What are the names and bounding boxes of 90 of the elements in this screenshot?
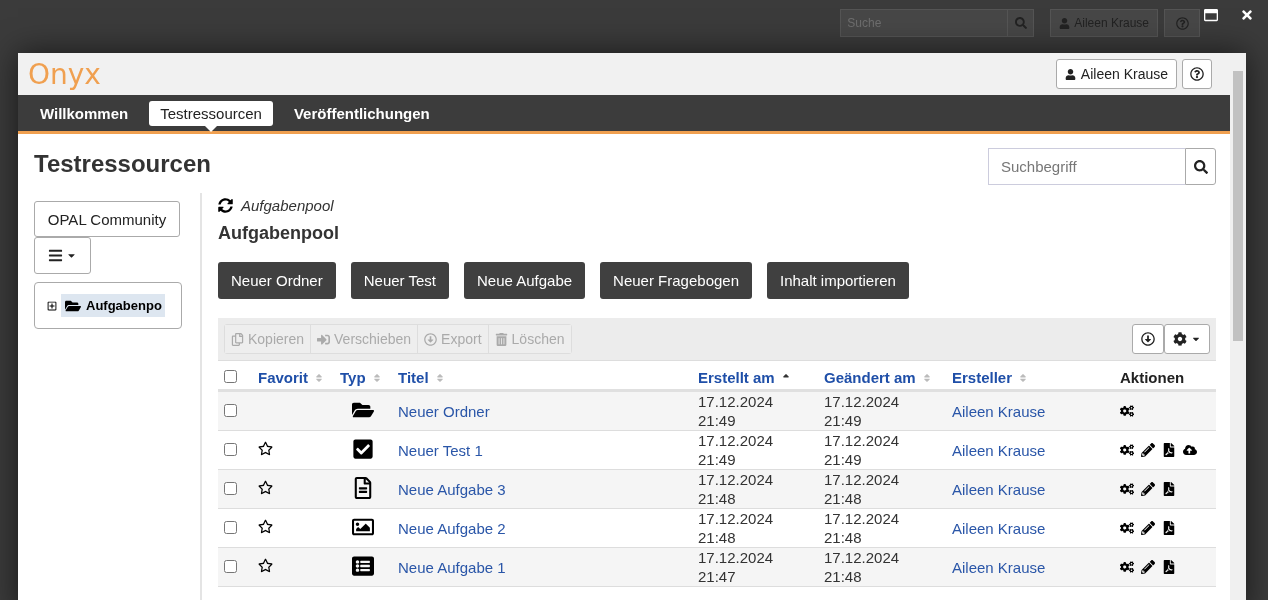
date-cell-text: 17.12.2024 21:47 [698,548,775,586]
date-cell-text: 17.12.2024 21:49 [698,431,775,469]
date-cell-text: 17.12.2024 21:48 [698,509,775,547]
section-heading: Aufgabenpool [218,223,340,244]
creator-link[interactable]: Aileen Krause [952,441,1046,459]
row-checkbox[interactable] [224,403,237,417]
date-cell-text: 17.12.2024 21:49 [824,431,901,469]
gears-icon[interactable] [1120,521,1134,535]
pencil-icon[interactable] [1141,443,1155,457]
download-icon [424,332,438,346]
nav-tab[interactable]: Willkommen [29,100,140,126]
creator-link[interactable]: Aileen Krause [952,402,1046,420]
menu-button[interactable] [34,237,91,274]
create-button[interactable]: Inhalt importieren [767,262,909,299]
settings-button[interactable] [1164,324,1210,354]
gears-icon[interactable] [1120,443,1134,457]
creator-link[interactable]: Aileen Krause [952,519,1046,537]
user-icon [1064,68,1076,80]
create-button[interactable]: Neuer Fragebogen [600,262,752,299]
user-icon [1059,17,1071,29]
help-icon [1175,16,1189,30]
title-link[interactable]: Neue Aufgabe 2 [398,519,506,537]
gears-icon[interactable] [1120,560,1134,574]
create-button[interactable]: Neuer Test [350,262,449,299]
expand-icon[interactable] [47,300,57,311]
row-checkbox[interactable] [224,520,237,534]
pdf-icon[interactable] [1162,521,1176,535]
pdf-icon[interactable] [1162,560,1176,574]
date-cell-text: 17.12.2024 21:48 [824,509,901,547]
column-header[interactable]: Geändert am [824,369,916,386]
row-checkbox[interactable] [224,481,237,495]
user-button[interactable]: Aileen Krause [1055,59,1177,90]
nav-tab[interactable]: Testressourcen [149,100,273,126]
star-icon[interactable] [258,480,273,495]
pdf-icon[interactable] [1162,443,1176,457]
download-button[interactable] [1132,324,1164,354]
row-checkbox[interactable] [224,559,237,573]
create-button[interactable]: Neue Aufgabe [464,262,586,299]
column-header[interactable]: Favorit [258,369,308,386]
column-header[interactable]: Titel [398,369,429,386]
search-button[interactable] [1185,148,1216,185]
creator-link[interactable]: Aileen Krause [952,480,1046,498]
scrollbar[interactable] [1230,53,1246,600]
tab-pointer [205,125,218,132]
refresh-icon[interactable] [218,198,233,213]
title-link[interactable]: Neuer Ordner [398,402,490,420]
close-icon[interactable] [1240,8,1254,22]
community-button[interactable]: OPAL Community [34,201,180,237]
star-icon[interactable] [258,519,273,534]
breadcrumb: Aufgabenpool [241,197,334,214]
search-icon [1014,17,1027,29]
pencil-icon[interactable] [1141,521,1155,535]
search-icon [1193,159,1208,174]
pencil-icon[interactable] [1141,560,1155,574]
column-header[interactable]: Erstellt am [698,369,775,386]
trash-icon [494,332,508,346]
pencil-icon[interactable] [1141,482,1155,496]
logo: Onyx [28,57,101,91]
create-button[interactable]: Neuer Ordner [218,262,336,299]
page-title: Testressourcen [34,150,211,178]
gear-icon [1173,332,1187,346]
star-icon[interactable] [258,441,273,456]
star-icon[interactable] [258,558,273,573]
title-link[interactable]: Neuer Test 1 [398,441,483,459]
date-cell-text: 17.12.2024 21:48 [698,470,775,508]
column-header[interactable]: Ersteller [952,369,1013,386]
help-icon [1190,67,1204,82]
gears-icon[interactable] [1120,404,1134,418]
title-link[interactable]: Neue Aufgabe 1 [398,558,506,576]
select-all-checkbox[interactable] [224,370,237,383]
column-header[interactable]: Typ [340,369,366,386]
cloud-upload-icon[interactable] [1183,443,1197,457]
creator-link[interactable]: Aileen Krause [952,558,1046,576]
help-button[interactable] [1182,59,1212,90]
tree-item[interactable]: Aufgabenpo [61,294,165,317]
column-header: Aktionen [1120,369,1185,386]
title-link[interactable]: Neue Aufgabe 3 [398,480,506,498]
date-cell-text: 17.12.2024 21:49 [824,392,901,430]
nav-tab[interactable]: Veröffentlichungen [282,100,441,126]
move-icon [317,332,331,346]
date-cell-text: 17.12.2024 21:48 [824,548,901,586]
maximize-icon[interactable] [1204,8,1218,22]
date-cell-text: 17.12.2024 21:48 [824,470,901,508]
menu-icon [48,248,63,263]
gears-icon[interactable] [1120,482,1134,496]
date-cell-text: 17.12.2024 21:49 [698,392,775,430]
pdf-icon[interactable] [1162,482,1176,496]
copy-icon [231,332,244,346]
row-checkbox[interactable] [224,442,237,456]
download-icon [1141,332,1155,346]
